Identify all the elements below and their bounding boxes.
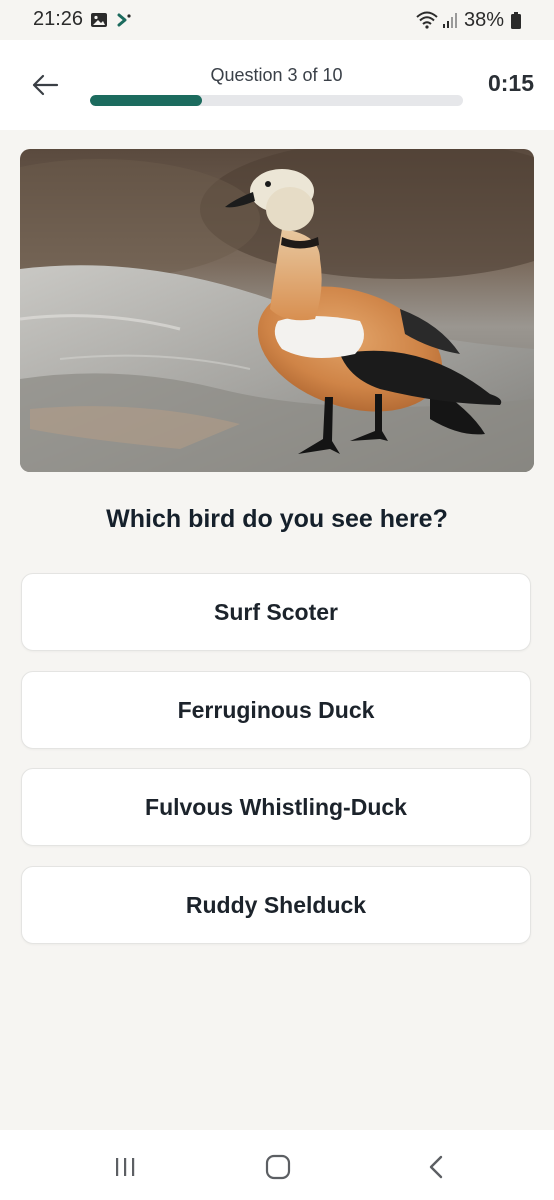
- question-text: Which bird do you see here?: [106, 505, 448, 533]
- back-icon: [429, 1155, 443, 1179]
- bird-photo: [20, 149, 534, 472]
- progress-bar: [90, 95, 463, 106]
- status-bar: 21:26 38%: [0, 0, 554, 40]
- countdown-timer: 0:15: [487, 70, 534, 96]
- home-icon: [265, 1154, 291, 1180]
- question-counter: Question 3 of 10: [210, 65, 343, 85]
- system-back-button[interactable]: [416, 1150, 456, 1184]
- status-time: 21:26: [33, 8, 84, 30]
- home-button[interactable]: [258, 1150, 298, 1184]
- signal-icon: [442, 11, 458, 34]
- answer-option-4[interactable]: Ruddy Shelduck: [21, 866, 531, 944]
- arrow-left-icon: [32, 74, 59, 96]
- progress-fill: [90, 95, 202, 106]
- recent-apps-icon: [116, 1158, 135, 1176]
- system-navigation-bar: [0, 1130, 554, 1200]
- answer-option-1[interactable]: Surf Scoter: [21, 573, 531, 651]
- app-notification-icon: [116, 12, 132, 33]
- quiz-header: Question 3 of 10 0:15: [0, 40, 554, 130]
- gallery-icon: [90, 12, 108, 33]
- answer-option-3[interactable]: Fulvous Whistling-Duck: [21, 768, 531, 846]
- answer-option-2[interactable]: Ferruginous Duck: [21, 671, 531, 749]
- battery-percentage: 38%: [464, 9, 505, 31]
- recent-apps-button[interactable]: [105, 1152, 145, 1182]
- back-button[interactable]: [24, 64, 66, 106]
- wifi-icon: [416, 11, 438, 34]
- battery-icon: [510, 12, 522, 35]
